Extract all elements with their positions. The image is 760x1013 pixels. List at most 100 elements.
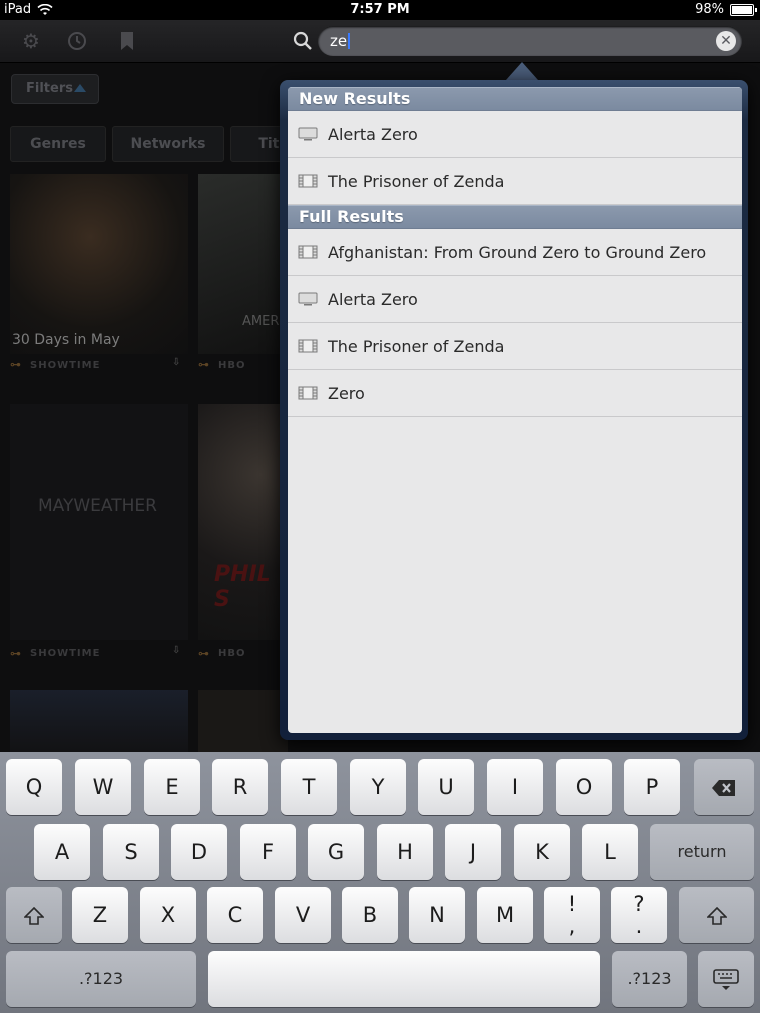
key-o[interactable]: O <box>556 759 612 815</box>
key-top-glyph: ! <box>567 892 577 916</box>
key-v[interactable]: V <box>275 887 331 943</box>
key-m[interactable]: M <box>477 887 533 943</box>
tile-caption: MAYWEATHER <box>38 496 157 516</box>
key-top-glyph: ? <box>633 892 645 916</box>
result-title: Afghanistan: From Ground Zero to Ground … <box>328 242 707 262</box>
show-tile[interactable]: AMERICAN WINTER <box>198 174 288 354</box>
text-cursor <box>348 33 351 49</box>
key-h[interactable]: H <box>377 824 433 880</box>
key-q[interactable]: Q <box>6 759 62 815</box>
result-title: Zero <box>328 383 365 403</box>
tab-genres[interactable]: Genres <box>10 126 106 162</box>
numbers-key-left[interactable]: .?123 <box>6 951 196 1007</box>
key-bottom-glyph: , <box>568 914 576 938</box>
key-e[interactable]: E <box>144 759 200 815</box>
network-label: HBO <box>218 648 246 659</box>
key-k[interactable]: K <box>514 824 570 880</box>
dismiss-keyboard-key[interactable] <box>698 951 754 1007</box>
key-l[interactable]: L <box>582 824 638 880</box>
result-title: The Prisoner of Zenda <box>328 171 505 191</box>
result-row[interactable]: The Prisoner of Zenda <box>288 323 742 370</box>
space-bar[interactable] <box>208 951 600 1007</box>
key-n[interactable]: N <box>409 887 465 943</box>
section-header-new: New Results <box>288 87 742 111</box>
shift-icon <box>23 906 45 925</box>
film-icon <box>298 174 318 188</box>
film-icon <box>298 386 318 400</box>
show-tile[interactable]: 30 Days in May <box>10 174 188 354</box>
filters-button[interactable]: Filters <box>11 74 99 104</box>
tv-icon <box>298 127 318 141</box>
result-row[interactable]: Afghanistan: From Ground Zero to Ground … <box>288 229 742 276</box>
key-a[interactable]: A <box>34 824 90 880</box>
shift-key-left[interactable] <box>6 887 62 943</box>
key-icon: ⊶ <box>198 647 209 660</box>
results-list: New Results Alerta Zero The Prisoner of … <box>288 87 742 733</box>
film-icon <box>298 245 318 259</box>
result-title: Alerta Zero <box>328 289 418 309</box>
tile-caption: 30 Days in May <box>12 332 120 348</box>
tab-networks[interactable]: Networks <box>112 126 224 162</box>
show-tile[interactable]: MAYWEATHER <box>10 404 188 640</box>
key-z[interactable]: Z <box>72 887 128 943</box>
battery-percent: 98% <box>695 2 724 17</box>
tile-caption: PHIL S <box>214 562 271 612</box>
numbers-key-right[interactable]: .?123 <box>612 951 687 1007</box>
download-icon[interactable]: ⇩ <box>172 645 181 656</box>
search-input[interactable]: ze ✕ <box>318 26 742 56</box>
key-f[interactable]: F <box>240 824 296 880</box>
search-results-popover: New Results Alerta Zero The Prisoner of … <box>280 80 748 740</box>
search-icon <box>293 31 312 50</box>
key-exclamation-comma[interactable]: ! , <box>544 887 600 943</box>
result-title: The Prisoner of Zenda <box>328 336 505 356</box>
show-tile[interactable] <box>198 690 288 752</box>
battery-icon <box>730 3 757 16</box>
key-j[interactable]: J <box>445 824 501 880</box>
key-b[interactable]: B <box>342 887 398 943</box>
shift-key-right[interactable] <box>679 887 754 943</box>
key-w[interactable]: W <box>75 759 131 815</box>
clear-icon[interactable]: ✕ <box>716 31 736 51</box>
key-r[interactable]: R <box>212 759 268 815</box>
network-label: SHOWTIME <box>30 648 101 659</box>
result-row[interactable]: The Prisoner of Zenda <box>288 158 742 205</box>
key-icon: ⊶ <box>10 647 21 660</box>
settings-gear-icon[interactable]: ⚙ <box>20 30 42 52</box>
key-g[interactable]: G <box>308 824 364 880</box>
keyboard-hide-icon <box>713 969 739 990</box>
result-row[interactable]: Alerta Zero <box>288 276 742 323</box>
network-label: HBO <box>218 360 246 371</box>
poster-image <box>10 174 188 354</box>
clock: 7:57 PM <box>350 2 410 17</box>
key-bottom-glyph: . <box>635 914 643 938</box>
result-row[interactable]: Zero <box>288 370 742 417</box>
browse-tabs: Genres Networks Title <box>10 126 322 162</box>
download-icon[interactable]: ⇩ <box>172 357 181 368</box>
key-y[interactable]: Y <box>350 759 406 815</box>
on-screen-keyboard: Q W E R T Y U I O P A S D F G H J K L re… <box>0 752 760 1013</box>
tv-icon <box>298 292 318 306</box>
key-s[interactable]: S <box>103 824 159 880</box>
key-p[interactable]: P <box>624 759 680 815</box>
triangle-up-icon <box>74 84 86 92</box>
search-query: ze <box>330 32 348 50</box>
result-row[interactable]: Alerta Zero <box>288 111 742 158</box>
key-t[interactable]: T <box>281 759 337 815</box>
backspace-key[interactable] <box>694 759 754 815</box>
show-tile[interactable]: PHIL S <box>198 404 288 640</box>
history-icon[interactable] <box>66 30 88 52</box>
network-label: SHOWTIME <box>30 360 101 371</box>
bookmark-icon[interactable] <box>116 30 138 52</box>
key-c[interactable]: C <box>207 887 263 943</box>
return-key[interactable]: return <box>650 824 754 880</box>
film-icon <box>298 339 318 353</box>
backspace-icon <box>712 780 735 796</box>
show-tile[interactable] <box>10 690 188 752</box>
popover-arrow <box>506 62 538 80</box>
result-title: Alerta Zero <box>328 124 418 144</box>
key-i[interactable]: I <box>487 759 543 815</box>
key-question-period[interactable]: ? . <box>611 887 667 943</box>
key-x[interactable]: X <box>140 887 196 943</box>
key-u[interactable]: U <box>418 759 474 815</box>
key-d[interactable]: D <box>171 824 227 880</box>
